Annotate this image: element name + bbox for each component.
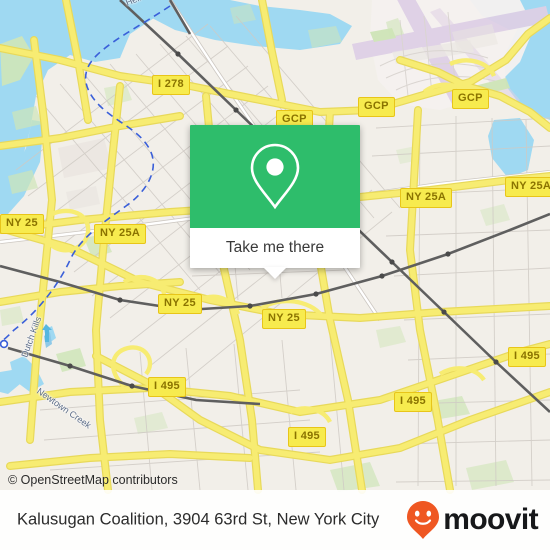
road-shield: NY 25 xyxy=(158,294,202,314)
osm-attribution[interactable]: © OpenStreetMap contributors xyxy=(8,473,178,487)
ferry-terminal-dot xyxy=(0,339,9,349)
road-shield: NY 25 xyxy=(262,309,306,329)
road-shield: NY 25A xyxy=(400,188,453,208)
road-shield: NY 25 xyxy=(0,214,44,234)
road-shield: GCP xyxy=(452,89,489,109)
take-me-there-button[interactable]: Take me there xyxy=(190,228,360,279)
road-shield: I 278 xyxy=(152,75,190,95)
footer-bar: Kalusugan Coalition, 3904 63rd St, New Y… xyxy=(0,490,550,550)
road-shield: I 495 xyxy=(508,347,546,367)
road-shield: GCP xyxy=(358,97,395,117)
map-pin-icon xyxy=(250,143,300,209)
road-shield: I 495 xyxy=(394,392,432,412)
road-shield: I 495 xyxy=(148,377,186,397)
moovit-smiley-pin-icon xyxy=(407,501,440,539)
road-shield: NY 25A xyxy=(94,224,147,244)
screenshot-root: I 278 GCP GCP GCP NY 25A NY 25A NY 25 NY 25A NY … xyxy=(0,0,550,550)
location-title: Kalusugan Coalition, 3904 63rd St, New Y… xyxy=(17,510,380,529)
callout-tail xyxy=(263,267,287,279)
moovit-branding[interactable]: moovit xyxy=(406,500,539,540)
moovit-wordmark: moovit xyxy=(443,503,538,536)
location-callout-card[interactable]: Take me there xyxy=(190,125,360,279)
road-shield: I 495 xyxy=(288,427,326,447)
road-shield: NY 25A xyxy=(505,177,550,197)
card-pin-area xyxy=(190,125,360,228)
take-me-there-label: Take me there xyxy=(225,239,325,256)
